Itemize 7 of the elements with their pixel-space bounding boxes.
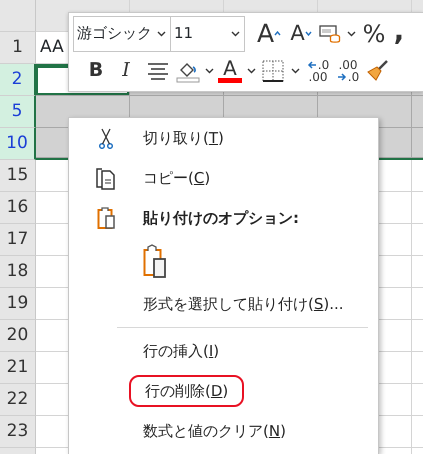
menu-label: 行の挿入(I) — [143, 340, 220, 362]
section-heading: 貼り付けのオプション: — [143, 208, 299, 229]
menu-label: 形式を選択して貼り付け(S)... — [143, 294, 344, 315]
menu-label: コピー(C) — [143, 168, 210, 189]
menu-label: 切り取り(T) — [143, 128, 224, 149]
menu-label: 行の削除(D) — [129, 374, 244, 408]
menu-label: 数式と値のクリア(N) — [143, 420, 286, 442]
